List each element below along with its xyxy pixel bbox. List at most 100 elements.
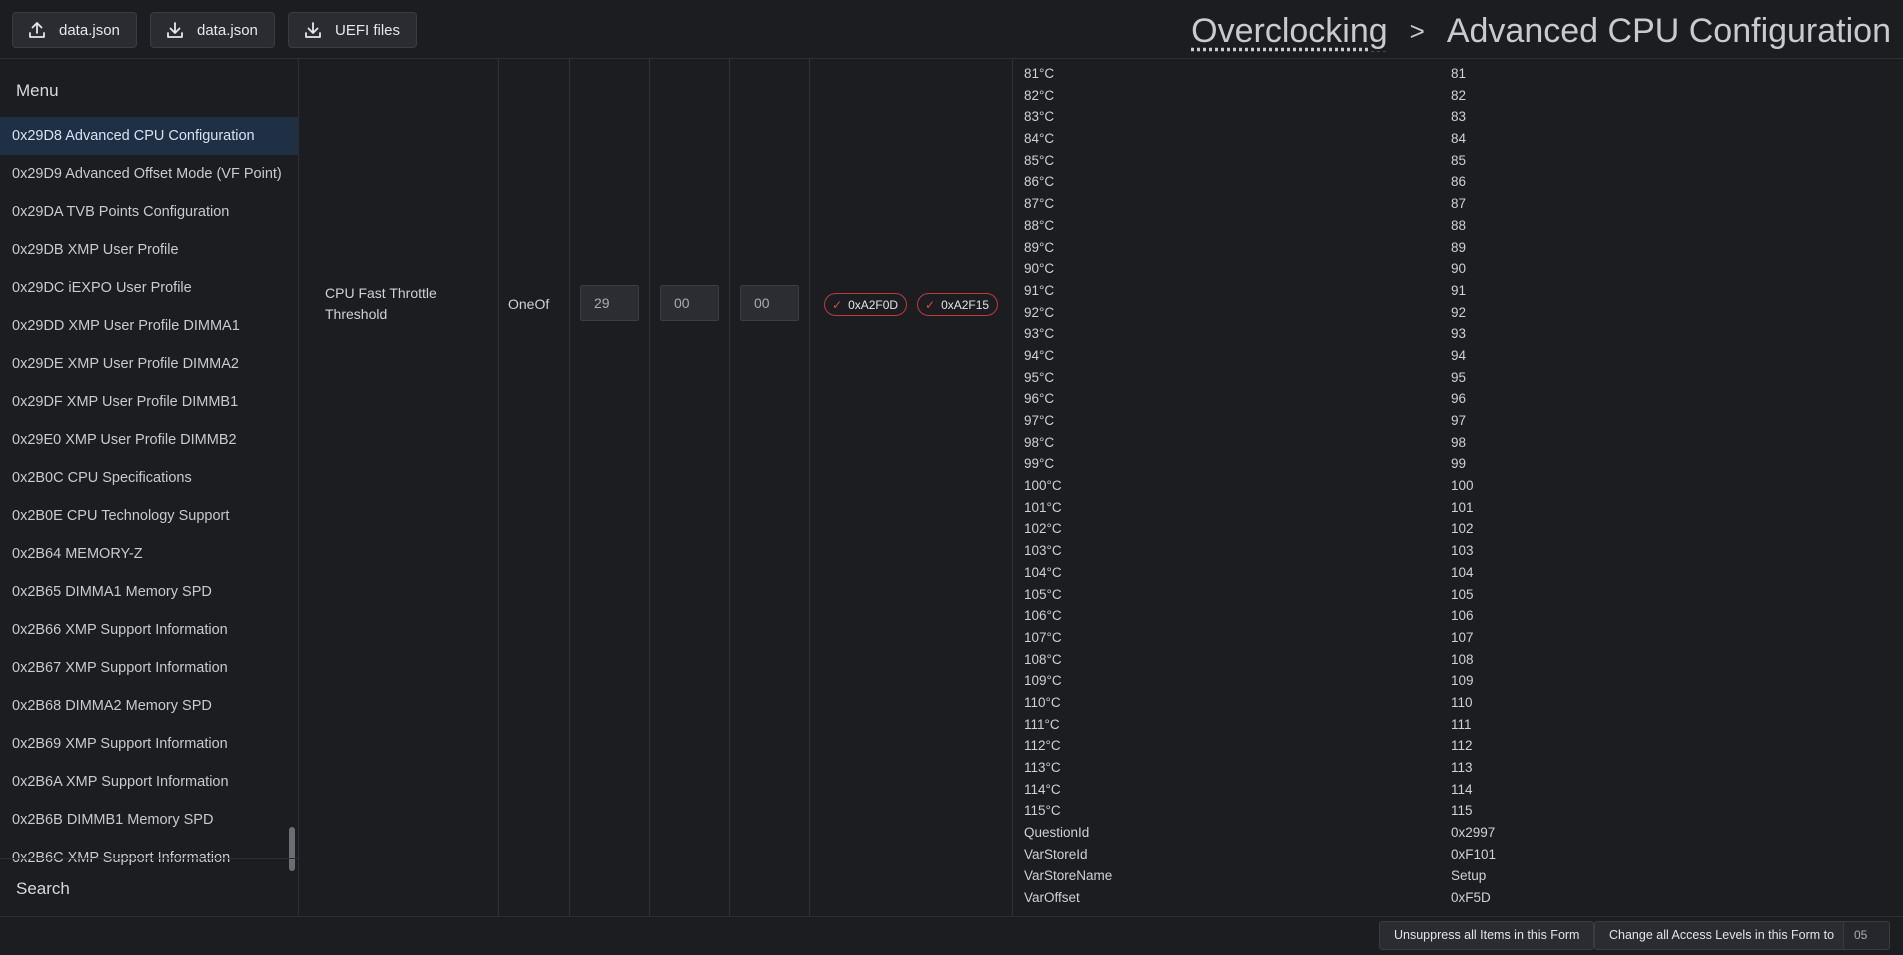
page-title: Advanced CPU Configuration [1446, 11, 1891, 50]
option-row: 89°C 89 [1024, 237, 1894, 259]
download-uefi-button[interactable]: UEFI files [288, 12, 418, 48]
sidebar-item[interactable]: 0x2B64 MEMORY-Z [0, 535, 298, 573]
sidebar: Menu 0x29D8 Advanced CPU Configuration 0x… [0, 59, 299, 916]
option-value: 107 [1451, 629, 1474, 645]
option-value: 91 [1451, 282, 1467, 298]
option-label: 106°C [1024, 608, 1062, 624]
option-row: 96°C 96 [1024, 388, 1894, 410]
option-value: 86 [1451, 174, 1467, 190]
sidebar-item[interactable]: 0x2B68 DIMMA2 Memory SPD [0, 687, 298, 725]
option-label: 93°C [1024, 326, 1055, 342]
option-row: 93°C 93 [1024, 323, 1894, 345]
sidebar-item[interactable]: 0x2B69 XMP Support Information [0, 725, 298, 763]
option-value: 100 [1451, 478, 1474, 494]
sidebar-item[interactable]: 0x29D9 Advanced Offset Mode (VF Point) [0, 155, 298, 193]
option-row: 83°C 83 [1024, 106, 1894, 128]
option-label: 105°C [1024, 586, 1062, 602]
option-label: VarOffset [1024, 890, 1080, 906]
sidebar-item[interactable]: 0x2B6B DIMMB1 Memory SPD [0, 801, 298, 839]
option-value: 90 [1451, 261, 1467, 277]
option-value: 89 [1451, 239, 1467, 255]
option-value: 82 [1451, 87, 1467, 103]
upload-json-button[interactable]: data.json [12, 12, 137, 48]
option-label: 104°C [1024, 564, 1062, 580]
sidebar-item[interactable]: 0x2B6A XMP Support Information [0, 763, 298, 801]
sidebar-item[interactable]: 0x2B66 XMP Support Information [0, 611, 298, 649]
download-json-button[interactable]: data.json [150, 12, 275, 48]
access-level-input[interactable]: 05 [1843, 921, 1890, 950]
top-toolbar: data.json data.json UEFI files Overclock… [0, 0, 1903, 59]
option-row: 109°C 109 [1024, 670, 1894, 692]
option-list: 81°C 81 82°C 82 83°C 83 84°C 84 85°C 85 86°C 86 87°C… [1024, 63, 1894, 909]
option-label: 111°C [1024, 716, 1060, 732]
option-label: 92°C [1024, 304, 1055, 320]
breadcrumb-separator: > [1409, 15, 1425, 46]
column-divider [498, 59, 499, 916]
option-row: 98°C 98 [1024, 432, 1894, 454]
option-row: 92°C 92 [1024, 302, 1894, 324]
change-access-levels-button[interactable]: Change all Access Levels in this Form to [1594, 921, 1850, 950]
offset-badge-1[interactable]: ✓ 0xA2F0D [824, 293, 908, 316]
option-label: 98°C [1024, 434, 1055, 450]
option-label: 101°C [1024, 499, 1062, 515]
option-label: 90°C [1024, 261, 1055, 277]
check-icon: ✓ [832, 297, 843, 312]
option-value: 101 [1451, 499, 1474, 515]
option-value: 92 [1451, 304, 1467, 320]
option-row: 99°C 99 [1024, 453, 1894, 475]
option-label: 81°C [1024, 66, 1055, 81]
sidebar-item[interactable]: 0x29DE XMP User Profile DIMMA2 [0, 345, 298, 383]
option-row: 111°C 111 [1024, 714, 1894, 736]
breadcrumb: Overclocking > Advanced CPU Configuratio… [1191, 6, 1891, 56]
offset-badge-label: 0xA2F0D [848, 297, 899, 312]
unsuppress-all-button[interactable]: Unsuppress all Items in this Form [1379, 921, 1595, 950]
sidebar-item[interactable]: 0x29E0 XMP User Profile DIMMB2 [0, 421, 298, 459]
option-label: 83°C [1024, 109, 1055, 125]
sidebar-item[interactable]: 0x2B0E CPU Technology Support [0, 497, 298, 535]
option-value: 110 [1451, 694, 1473, 710]
option-value: 83 [1451, 109, 1467, 125]
option-value: 103 [1451, 543, 1474, 559]
question-type: OneOf [508, 296, 550, 312]
failsafe-field[interactable]: 00 [660, 285, 719, 321]
sidebar-item[interactable]: 0x2B65 DIMMA1 Memory SPD [0, 573, 298, 611]
option-label: 102°C [1024, 521, 1062, 537]
column-divider [809, 59, 810, 916]
option-row: 87°C 87 [1024, 193, 1894, 215]
sidebar-item[interactable]: 0x29DD XMP User Profile DIMMA1 [0, 307, 298, 345]
sidebar-item[interactable]: 0x29D8 Advanced CPU Configuration [0, 117, 298, 155]
offset-badge-2[interactable]: ✓ 0xA2F15 [917, 293, 999, 316]
sidebar-item[interactable]: 0x29DF XMP User Profile DIMMB1 [0, 383, 298, 421]
menu-heading: Menu [16, 81, 59, 100]
sidebar-item[interactable]: 0x2B0C CPU Specifications [0, 459, 298, 497]
option-label: 107°C [1024, 629, 1062, 645]
column-divider [729, 59, 730, 916]
question-name: CPU Fast Throttle Threshold [325, 285, 437, 322]
option-row: 110°C 110 [1024, 692, 1894, 714]
option-row: 82°C 82 [1024, 85, 1894, 107]
form-list[interactable]: 0x29D8 Advanced CPU Configuration 0x29D9 … [0, 117, 298, 916]
option-row: 90°C 90 [1024, 258, 1894, 280]
sidebar-item[interactable]: 0x29DA TVB Points Configuration [0, 193, 298, 231]
option-value: 87 [1451, 196, 1467, 212]
upload-json-label: data.json [59, 21, 120, 39]
option-label: 99°C [1024, 456, 1055, 472]
access-level-field[interactable]: 29 [580, 285, 639, 321]
search-panel[interactable]: Search [0, 858, 298, 916]
option-value: 98 [1451, 434, 1467, 450]
sidebar-item[interactable]: 0x2B67 XMP Support Information [0, 649, 298, 687]
optimal-field[interactable]: 00 [740, 285, 799, 321]
sidebar-item[interactable]: 0x29DC iEXPO User Profile [0, 269, 298, 307]
download-json-label: data.json [197, 21, 258, 39]
option-label: 97°C [1024, 413, 1055, 428]
option-label: 91°C [1024, 282, 1055, 298]
option-label: 84°C [1024, 131, 1055, 147]
option-value: 81 [1451, 66, 1467, 81]
option-label: 103°C [1024, 543, 1062, 559]
option-value: 113 [1451, 760, 1473, 775]
breadcrumb-parent-link[interactable]: Overclocking [1191, 12, 1388, 51]
sidebar-item[interactable]: 0x29DB XMP User Profile [0, 231, 298, 269]
option-value: 105 [1451, 586, 1474, 602]
option-value: 97 [1451, 413, 1467, 428]
download-icon [305, 22, 321, 38]
